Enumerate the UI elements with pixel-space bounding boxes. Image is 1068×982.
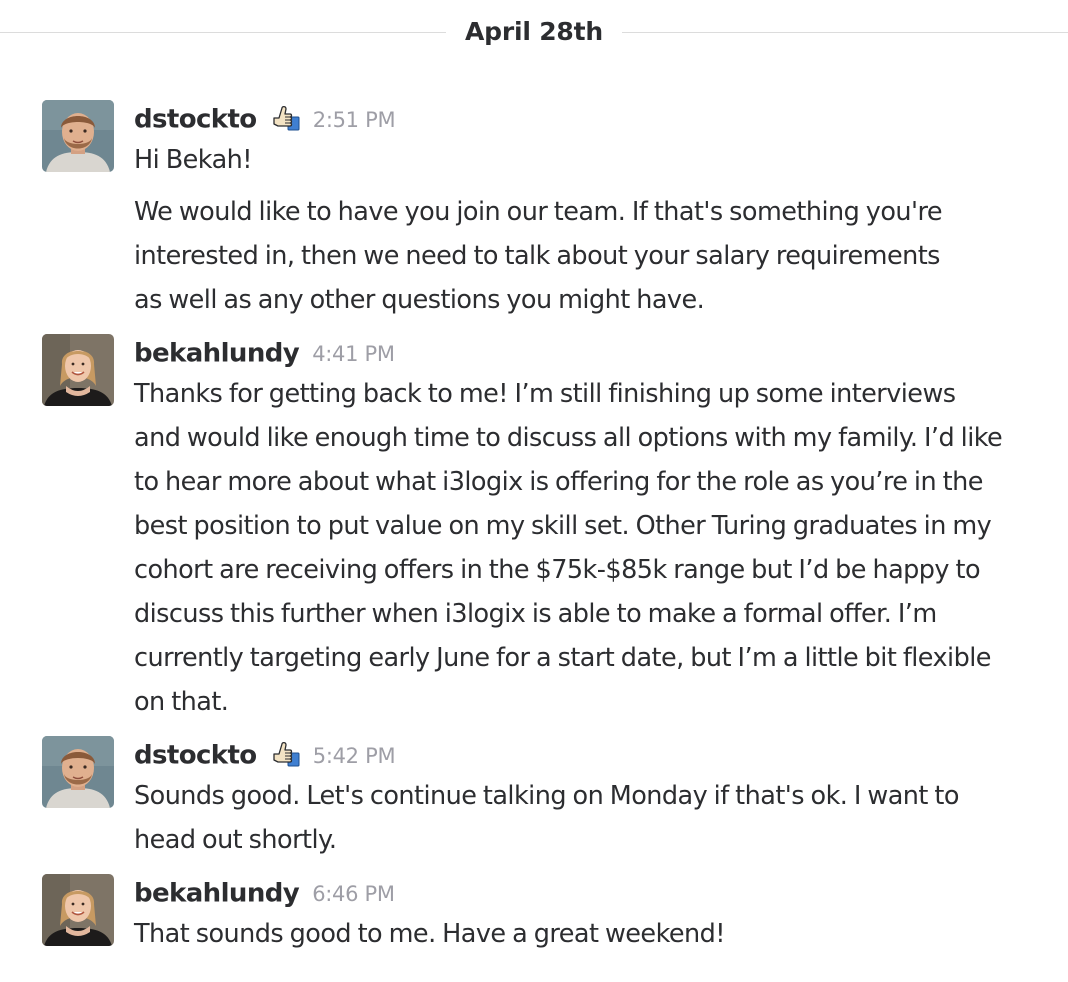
message-body: Sounds good. Let's continue talking on M…	[134, 774, 1014, 862]
message-body: Thanks for getting back to me! I’m still…	[134, 372, 1014, 724]
message-text: Sounds good. Let's continue talking on M…	[134, 781, 959, 855]
divider-line-left	[0, 32, 446, 33]
sender-name[interactable]: dstockto	[134, 105, 257, 135]
avatar-bekahlundy[interactable]	[42, 874, 114, 946]
sender-name[interactable]: dstockto	[134, 741, 257, 771]
message-header: bekahlundy 6:46 PM	[134, 874, 1014, 912]
message-timestamp[interactable]: 4:41 PM	[312, 342, 395, 366]
message-text: That sounds good to me. Have a great wee…	[134, 919, 725, 949]
message-content: dstockto 5:42 PM Sounds good. Let's cont…	[134, 736, 1014, 862]
message-body: Hi Bekah! We would like to have you join…	[134, 138, 1014, 322]
message-text: Hi Bekah!	[134, 145, 252, 175]
message-timestamp[interactable]: 5:42 PM	[313, 744, 396, 768]
message-header: bekahlundy 4:41 PM	[134, 334, 1014, 372]
avatar-bekahlundy[interactable]	[42, 334, 114, 406]
avatar-dstockto[interactable]	[42, 100, 114, 172]
message-content: dstockto 2:51 PM Hi Bekah! We would like…	[134, 100, 1014, 322]
message-timestamp[interactable]: 2:51 PM	[313, 108, 396, 132]
message-timestamp[interactable]: 6:46 PM	[312, 882, 395, 906]
message-text: We would like to have you join our team.…	[134, 197, 943, 315]
message-content: bekahlundy 4:41 PM Thanks for getting ba…	[134, 334, 1014, 724]
message-text: Thanks for getting back to me! I’m still…	[134, 379, 1003, 717]
avatar-dstockto[interactable]	[42, 736, 114, 808]
thumbs-up-icon	[270, 739, 300, 769]
sender-name[interactable]: bekahlundy	[134, 879, 300, 909]
divider-line-right	[622, 32, 1068, 33]
message-header: dstockto 2:51 PM	[134, 100, 1014, 138]
message-header: dstockto 5:42 PM	[134, 736, 1014, 774]
day-divider: April 28th	[0, 14, 1068, 52]
message-body: That sounds good to me. Have a great wee…	[134, 912, 1014, 956]
message-content: bekahlundy 6:46 PM That sounds good to m…	[134, 874, 1014, 956]
day-divider-label[interactable]: April 28th	[446, 14, 622, 50]
sender-name[interactable]: bekahlundy	[134, 339, 300, 369]
thumbs-up-icon	[270, 103, 300, 133]
